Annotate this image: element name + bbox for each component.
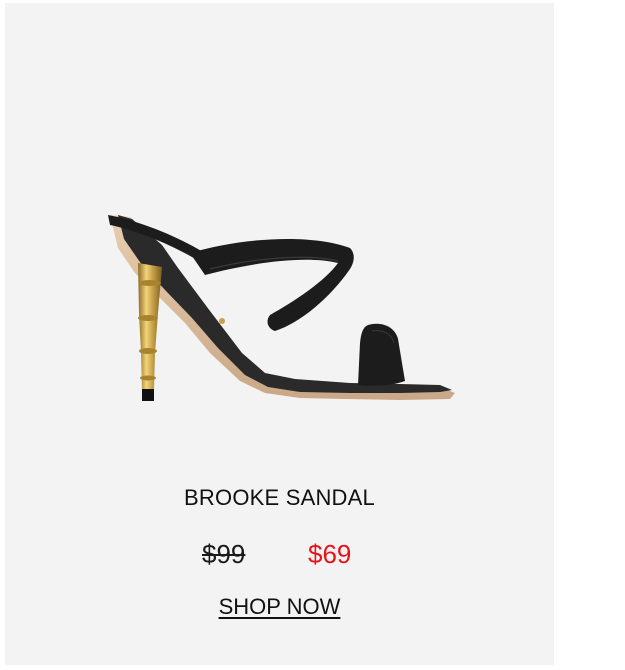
sale-price: $69 xyxy=(308,539,352,569)
product-name: BROOKE SANDAL xyxy=(184,485,375,510)
product-card[interactable]: BROOKE SANDAL $99 $69 SHOP NOW xyxy=(5,3,554,665)
shop-now-link[interactable]: SHOP NOW xyxy=(219,594,341,619)
sandal-image[interactable] xyxy=(100,203,470,418)
original-price: $99 xyxy=(202,539,246,569)
shop-now-container: SHOP NOW xyxy=(5,594,554,620)
price-row: $99 $69 xyxy=(5,539,554,573)
